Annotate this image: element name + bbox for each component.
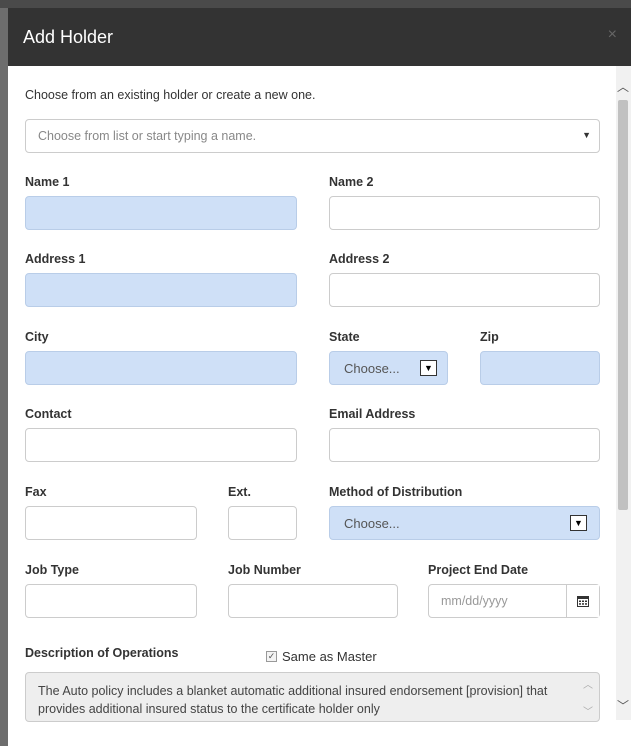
caret-down-icon: ▼ — [582, 130, 591, 140]
same-as-master-label: Same as Master — [282, 649, 377, 664]
name1-input[interactable] — [25, 196, 297, 230]
project-end-date-input[interactable]: mm/dd/yyyy — [428, 584, 600, 618]
method-select-value: Choose... — [344, 516, 400, 531]
state-label: State — [329, 330, 360, 344]
date-placeholder: mm/dd/yyyy — [441, 594, 508, 608]
name1-label: Name 1 — [25, 175, 70, 189]
email-input[interactable] — [329, 428, 600, 462]
modal-title: Add Holder — [23, 27, 114, 47]
scrollbar-thumb[interactable] — [618, 100, 628, 510]
same-as-master-checkbox[interactable]: ✓ Same as Master — [266, 649, 377, 664]
description-label: Description of Operations — [25, 646, 179, 660]
holder-select[interactable]: Choose from list or start typing a name.… — [25, 119, 600, 153]
ext-input[interactable] — [228, 506, 297, 540]
method-label: Method of Distribution — [329, 485, 463, 499]
close-icon[interactable]: × — [608, 26, 617, 44]
address2-label: Address 2 — [329, 252, 390, 266]
job-type-label: Job Type — [25, 563, 79, 577]
address1-label: Address 1 — [25, 252, 86, 266]
method-select[interactable]: Choose... ▼ — [329, 506, 600, 540]
chevron-down-icon: ▼ — [420, 360, 437, 376]
modal-body: Choose from an existing holder or create… — [8, 66, 616, 746]
description-text: The Auto policy includes a blanket autom… — [38, 684, 548, 716]
ext-label: Ext. — [228, 485, 251, 499]
job-number-input[interactable] — [228, 584, 398, 618]
city-label: City — [25, 330, 49, 344]
chevron-down-icon[interactable]: ﹀ — [583, 703, 593, 718]
email-label: Email Address — [329, 407, 416, 421]
contact-input[interactable] — [25, 428, 297, 462]
modal-header: Add Holder × — [8, 8, 631, 66]
state-select[interactable]: Choose... ▼ — [329, 351, 448, 385]
address2-input[interactable] — [329, 273, 600, 307]
chevron-up-icon[interactable]: ︿ — [583, 676, 593, 691]
project-end-date-label: Project End Date — [428, 563, 529, 577]
calendar-icon — [577, 596, 589, 607]
check-icon: ✓ — [266, 651, 277, 662]
description-textarea[interactable]: The Auto policy includes a blanket autom… — [25, 672, 600, 722]
chevron-down-icon: ▼ — [570, 515, 587, 531]
intro-text: Choose from an existing holder or create… — [25, 88, 316, 102]
scroll-down-icon[interactable]: ﹀ — [617, 697, 629, 714]
zip-input[interactable] — [480, 351, 600, 385]
fax-label: Fax — [25, 485, 47, 499]
name2-label: Name 2 — [329, 175, 374, 189]
add-holder-modal: Add Holder × Choose from an existing hol… — [8, 8, 631, 746]
city-input[interactable] — [25, 351, 297, 385]
fax-input[interactable] — [25, 506, 197, 540]
address1-input[interactable] — [25, 273, 297, 307]
job-number-label: Job Number — [228, 563, 301, 577]
scroll-up-icon[interactable]: ︿ — [617, 78, 629, 95]
name2-input[interactable] — [329, 196, 600, 230]
calendar-button[interactable] — [566, 585, 599, 617]
job-type-input[interactable] — [25, 584, 197, 618]
contact-label: Contact — [25, 407, 72, 421]
holder-select-placeholder: Choose from list or start typing a name. — [38, 129, 257, 143]
zip-label: Zip — [480, 330, 499, 344]
page-backdrop — [0, 0, 631, 8]
state-select-value: Choose... — [344, 361, 400, 376]
